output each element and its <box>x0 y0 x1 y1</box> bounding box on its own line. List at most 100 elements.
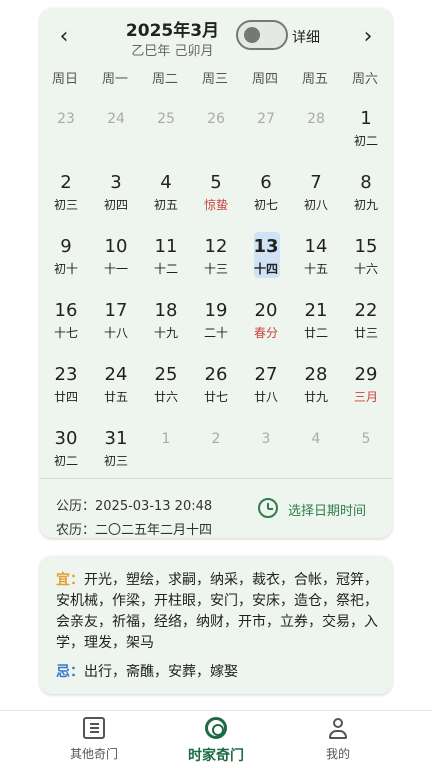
day-number: 19 <box>204 300 228 321</box>
day-cell[interactable]: 29 三月 <box>341 360 391 424</box>
tab-label: 时家奇门 <box>188 748 244 764</box>
ji-label: 忌： <box>56 664 84 680</box>
day-number: 15 <box>354 236 378 257</box>
clock-icon <box>258 498 278 518</box>
day-cell[interactable]: 3 初四 <box>91 168 141 232</box>
day-cell[interactable]: 24 廿五 <box>91 360 141 424</box>
day-number: 28 <box>307 111 325 127</box>
day-number: 25 <box>157 111 175 127</box>
day-number: 1 <box>161 431 171 447</box>
lunar-day: 初三 <box>53 198 78 212</box>
day-number: 14 <box>304 236 328 257</box>
day-cell[interactable]: 22 廿三 <box>341 296 391 360</box>
day-cell[interactable]: 5 惊蛰 <box>191 168 241 232</box>
day-number: 20 <box>254 300 278 321</box>
day-cell[interactable]: 1 初二 <box>341 104 391 168</box>
lunar-day: 廿三 <box>353 326 378 340</box>
day-cell[interactable]: 4 初五 <box>141 168 191 232</box>
lunar-day: 春分 <box>253 326 278 340</box>
day-cell[interactable]: 19 二十 <box>191 296 241 360</box>
yi-label: 宜： <box>56 572 84 588</box>
lunar-day: 十三 <box>203 262 228 276</box>
day-cell[interactable]: 24 <box>91 104 141 168</box>
detail-toggle[interactable] <box>236 20 288 50</box>
lunar-day: 初三 <box>103 454 128 468</box>
day-number: 27 <box>254 364 278 385</box>
day-number: 2 <box>60 172 72 193</box>
day-cell[interactable]: 26 <box>191 104 241 168</box>
day-cell[interactable]: 28 <box>291 104 341 168</box>
ji-section: 忌：出行，斋醮，安葬，嫁娶 <box>56 662 378 683</box>
day-cell[interactable]: 17 十八 <box>91 296 141 360</box>
tab-mine[interactable]: 我的 <box>268 717 408 762</box>
day-number: 21 <box>304 300 328 321</box>
select-datetime-button[interactable]: 选择日期时间 <box>258 498 388 522</box>
ganzhi-subtitle: 乙巳年 己卯月 <box>131 44 214 59</box>
book-icon <box>83 717 105 739</box>
day-cell[interactable]: 25 <box>141 104 191 168</box>
chevron-right-icon[interactable]: › <box>356 26 380 50</box>
day-number: 4 <box>311 431 321 447</box>
day-cell[interactable]: 8 初九 <box>341 168 391 232</box>
day-cell[interactable]: 27 廿八 <box>241 360 291 424</box>
lunar-day: 廿八 <box>253 390 278 404</box>
weekday-fri: 周五 <box>301 72 328 87</box>
day-cell[interactable]: 21 廿二 <box>291 296 341 360</box>
day-cell[interactable]: 16 十七 <box>41 296 91 360</box>
yi-section: 宜：开光，塑绘，求嗣，纳采，裁衣，合帐，冠笄，安机械，作梁，开柱眼，安门，安床，… <box>56 570 378 654</box>
day-number: 12 <box>204 236 228 257</box>
day-number: 31 <box>104 428 128 449</box>
tab-shijia-qimen[interactable]: 时家奇门 <box>146 717 286 765</box>
day-cell[interactable]: 2 初三 <box>41 168 91 232</box>
day-cell-today[interactable]: 13 十四 <box>241 232 291 296</box>
day-cell[interactable]: 18 十九 <box>141 296 191 360</box>
day-cell[interactable]: 11 十二 <box>141 232 191 296</box>
day-cell[interactable]: 9 初十 <box>41 232 91 296</box>
target-icon <box>205 717 227 739</box>
person-icon <box>327 717 349 739</box>
day-number: 2 <box>211 431 221 447</box>
month-title: 2025年3月 <box>125 21 220 41</box>
day-cell[interactable]: 23 <box>41 104 91 168</box>
lunar-day: 廿二 <box>303 326 328 340</box>
calendar-grid: 23 24 25 26 27 28 1 初二 2 初三 3 初四 4 初五 5 惊蛰 6 初七 7 初八 8 初九 9 初十 1… <box>40 104 392 488</box>
day-cell[interactable]: 28 廿九 <box>291 360 341 424</box>
day-cell[interactable]: 14 十五 <box>291 232 341 296</box>
lunar-day: 十六 <box>353 262 378 276</box>
yiji-card: 宜：开光，塑绘，求嗣，纳采，裁衣，合帐，冠笄，安机械，作梁，开柱眼，安门，安床，… <box>40 556 392 694</box>
day-number: 10 <box>104 236 128 257</box>
lunar-day: 廿六 <box>153 390 178 404</box>
day-number: 7 <box>310 172 322 193</box>
day-cell[interactable]: 12 十三 <box>191 232 241 296</box>
lunar-day: 十二 <box>153 262 178 276</box>
day-number: 26 <box>204 364 228 385</box>
weekday-tue: 周二 <box>151 72 178 87</box>
day-number: 17 <box>104 300 128 321</box>
day-number: 3 <box>110 172 122 193</box>
lunar-day: 三月 <box>353 390 378 404</box>
day-cell[interactable]: 6 初七 <box>241 168 291 232</box>
day-number: 4 <box>160 172 172 193</box>
calendar-card: ‹ 2025年3月 乙巳年 己卯月 详细 › 周日 周一 周二 周三 周四 周五… <box>40 8 392 538</box>
lunar-day: 初九 <box>353 198 378 212</box>
day-number: 28 <box>304 364 328 385</box>
day-cell[interactable]: 10 十一 <box>91 232 141 296</box>
day-number: 27 <box>257 111 275 127</box>
day-number: 13 <box>253 236 279 257</box>
day-number: 18 <box>154 300 178 321</box>
day-number: 1 <box>360 108 372 129</box>
day-cell[interactable]: 23 廿四 <box>41 360 91 424</box>
tab-other-qimen[interactable]: 其他奇门 <box>24 717 164 762</box>
day-cell[interactable]: 26 廿七 <box>191 360 241 424</box>
weekday-thu: 周四 <box>251 72 278 87</box>
day-cell[interactable]: 25 廿六 <box>141 360 191 424</box>
lunar-day: 初八 <box>303 198 328 212</box>
toggle-knob <box>244 27 260 43</box>
day-cell[interactable]: 27 <box>241 104 291 168</box>
day-cell[interactable]: 15 十六 <box>341 232 391 296</box>
chevron-left-icon[interactable]: ‹ <box>52 26 76 50</box>
weekday-sun: 周日 <box>51 72 78 87</box>
day-cell[interactable]: 7 初八 <box>291 168 341 232</box>
day-number: 9 <box>60 236 72 257</box>
day-cell[interactable]: 20 春分 <box>241 296 291 360</box>
